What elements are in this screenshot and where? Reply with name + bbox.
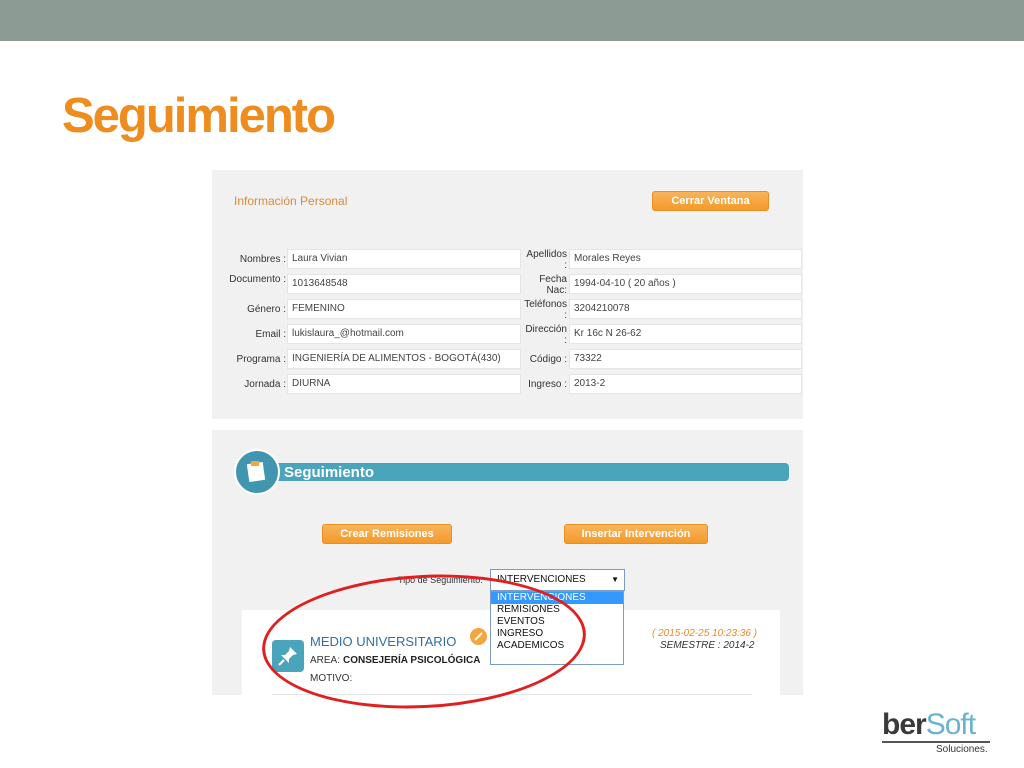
info-heading: Información Personal bbox=[234, 194, 348, 208]
dropdown-arrow-icon: ▼ bbox=[611, 575, 619, 584]
field-label-apellidos: Apellidos : bbox=[526, 249, 567, 271]
field-value-programa: INGENIERÍA DE ALIMENTOS - BOGOTÁ(430) bbox=[287, 349, 521, 369]
entry-semestre: SEMESTRE : 2014-2 bbox=[660, 640, 755, 651]
insertar-intervencion-button[interactable]: Insertar Intervención bbox=[564, 524, 708, 544]
seguimiento-header-label: Seguimiento bbox=[284, 464, 375, 481]
field-value-jornada: DIURNA bbox=[287, 374, 521, 394]
field-value-codigo: 73322 bbox=[569, 349, 802, 369]
field-value-fecha-nac: 1994-04-10 ( 20 años ) bbox=[569, 274, 802, 294]
entry-date: ( 2015-02-25 10:23:36 ) bbox=[652, 628, 758, 639]
top-banner bbox=[0, 0, 1024, 41]
field-label-codigo: Código : bbox=[529, 354, 567, 365]
slide-title: Seguimiento bbox=[62, 89, 336, 143]
field-label-documento: Documento : bbox=[229, 274, 286, 285]
field-label-genero: Género : bbox=[247, 304, 286, 315]
field-value-email: lukislaura_@hotmail.com bbox=[287, 324, 521, 344]
bersoft-logo: berSoft bbox=[882, 708, 976, 742]
personal-info-panel: Información Personal Cerrar Ventana Nomb… bbox=[212, 170, 803, 419]
close-window-button[interactable]: Cerrar Ventana bbox=[652, 191, 769, 211]
field-label-telefonos: Teléfonos : bbox=[524, 299, 567, 321]
notes-icon bbox=[234, 449, 280, 495]
field-value-nombres: Laura Vivian bbox=[287, 249, 521, 269]
field-label-direccion: Dirección : bbox=[525, 324, 567, 346]
logo-subtitle: Soluciones. bbox=[936, 744, 988, 755]
field-label-ingreso: Ingreso : bbox=[528, 379, 567, 390]
field-label-fecha-nac: Fecha Nac: bbox=[539, 274, 567, 296]
crear-remisiones-button[interactable]: Crear Remisiones bbox=[322, 524, 452, 544]
field-value-genero: FEMENINO bbox=[287, 299, 521, 319]
field-value-apellidos: Morales Reyes bbox=[569, 249, 802, 269]
field-value-documento: 1013648548 bbox=[287, 274, 521, 294]
logo-ber: ber bbox=[882, 708, 927, 741]
field-label-email: Email : bbox=[255, 329, 286, 340]
logo-underline bbox=[882, 741, 990, 743]
field-label-jornada: Jornada : bbox=[244, 379, 286, 390]
field-value-telefonos: 3204210078 bbox=[569, 299, 802, 319]
field-value-ingreso: 2013-2 bbox=[569, 374, 802, 394]
field-label-nombres: Nombres : bbox=[239, 254, 286, 265]
field-label-programa: Programa : bbox=[236, 354, 286, 365]
field-value-direccion: Kr 16c N 26-62 bbox=[569, 324, 802, 344]
logo-soft: Soft bbox=[925, 708, 976, 741]
